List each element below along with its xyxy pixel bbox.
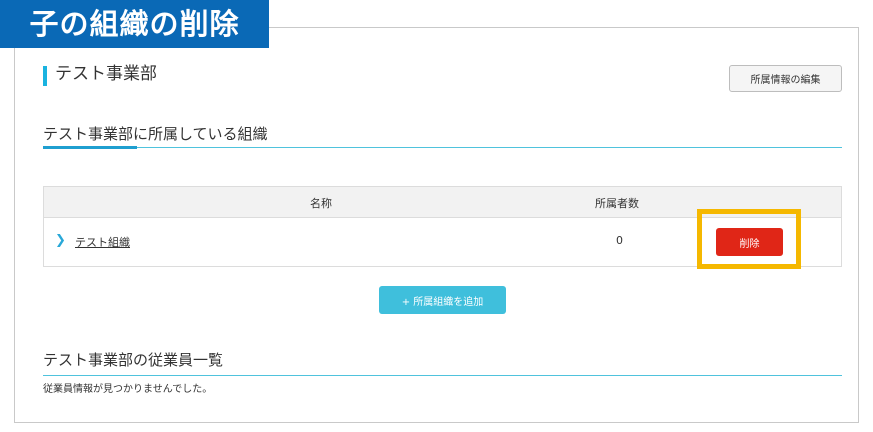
org-section-divider [43, 147, 842, 148]
delete-button[interactable]: 削除 [716, 228, 783, 256]
department-title-marker [43, 66, 47, 86]
org-member-count: 0 [616, 234, 623, 247]
org-section-divider-accent [43, 146, 137, 149]
employee-section-title: テスト事業部の従業員一覧 [43, 351, 224, 369]
chevron-right-icon[interactable]: ❯ [55, 233, 66, 248]
employee-section-divider [43, 375, 842, 376]
column-header-members: 所属者数 [595, 197, 639, 210]
edit-affiliation-button[interactable]: 所属情報の編集 [729, 65, 842, 92]
add-organization-button[interactable]: + 所属組織を追加 [379, 286, 506, 314]
org-section-title: テスト事業部に所属している組織 [43, 125, 268, 143]
org-name-link[interactable]: テスト組織 [75, 234, 130, 250]
employee-empty-message: 従業員情報が見つかりませんでした。 [43, 384, 213, 395]
page-title-banner: 子の組織の削除 [0, 0, 269, 48]
column-header-name: 名称 [310, 197, 332, 210]
department-title: テスト事業部 [55, 64, 157, 84]
